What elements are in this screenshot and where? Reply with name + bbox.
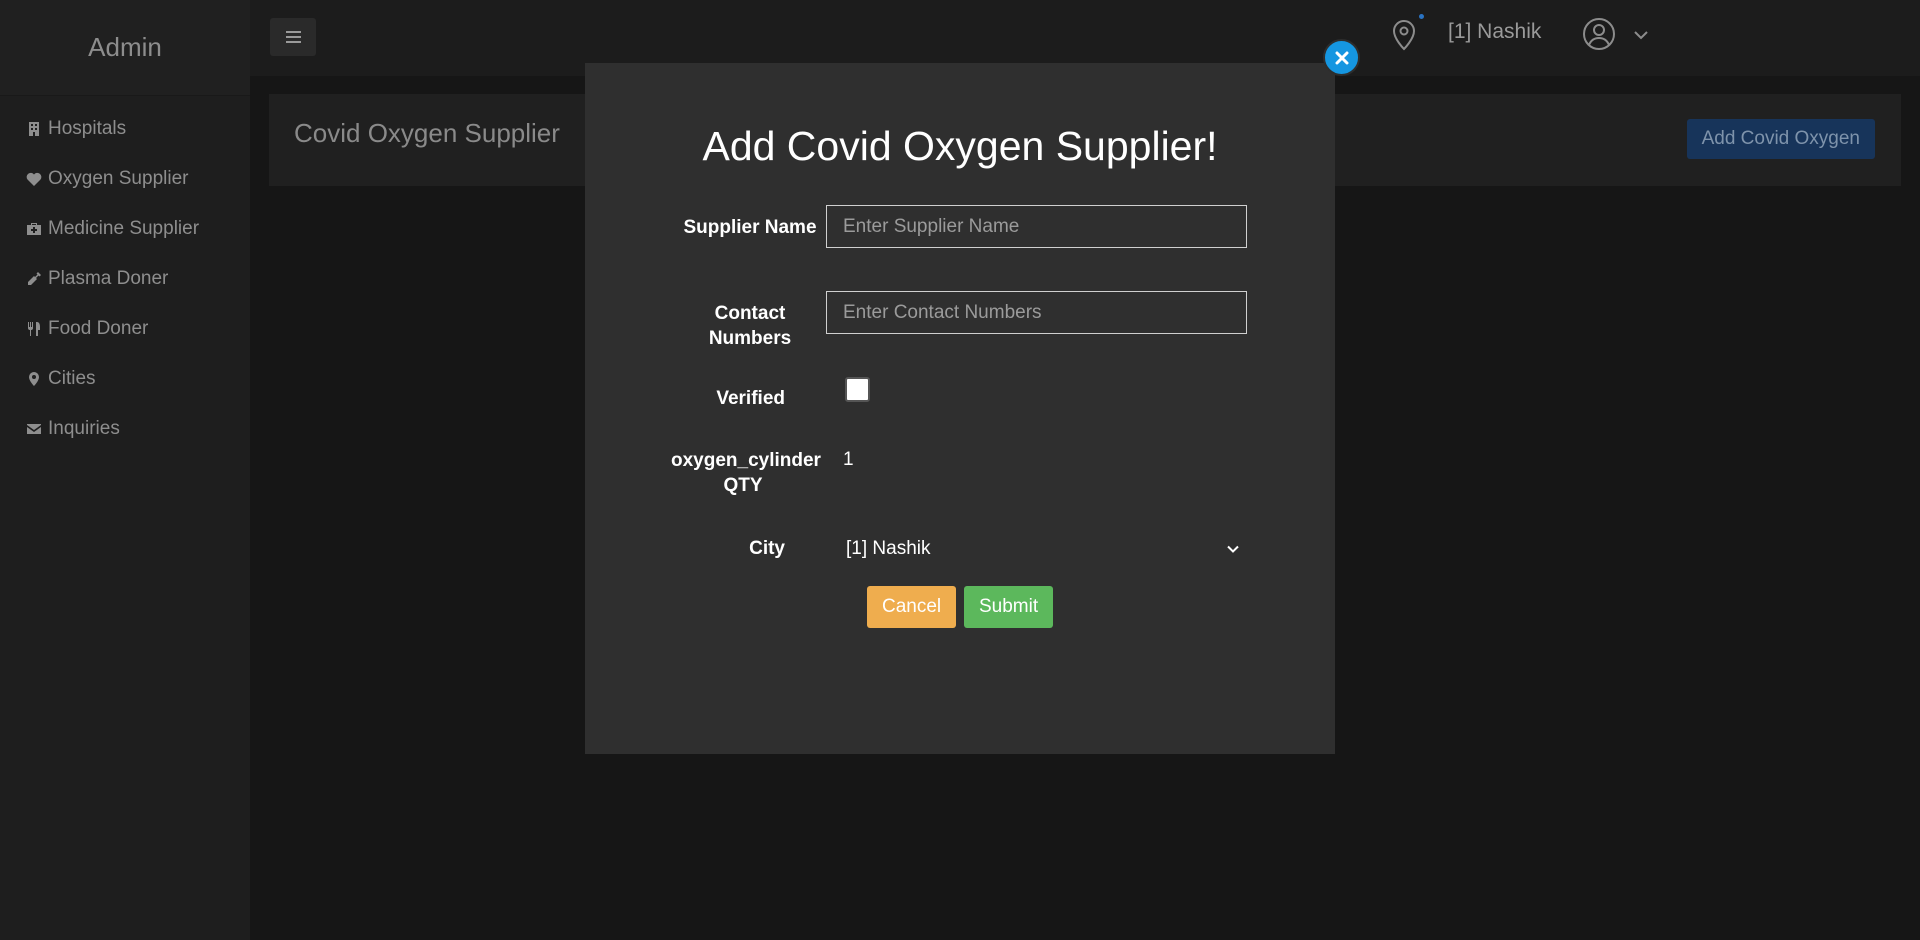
medkit-icon [24,219,44,239]
envelope-icon [24,419,44,439]
contact-numbers-input[interactable] [826,291,1247,334]
brand-title: Admin [0,0,250,96]
sidebar-item-label: Inquiries [48,418,120,439]
notification-dot [1419,14,1424,19]
sidebar-item-cities[interactable]: Cities [0,354,250,404]
supplier-name-label: Supplier Name [683,217,817,238]
city-select[interactable]: [1] Nashik [830,533,1248,565]
city-label: City [749,538,785,559]
sidebar-item-hospitals[interactable]: Hospitals [0,104,250,154]
chevron-down-icon [1227,545,1239,553]
submit-button[interactable]: Submit [964,586,1054,628]
sidebar-item-medicine-supplier[interactable]: Medicine Supplier [0,204,250,254]
supplier-name-input[interactable] [826,205,1247,248]
sidebar-item-oxygen-supplier[interactable]: Oxygen Supplier [0,154,250,204]
sidebar-item-label: Food Doner [48,318,149,339]
modal-title: Add Covid Oxygen Supplier! [702,123,1218,169]
sidebar-item-plasma-doner[interactable]: Plasma Doner [0,254,250,304]
page-title: Covid Oxygen Supplier [294,118,560,148]
add-covid-oxygen-button[interactable]: Add Covid Oxygen [1686,119,1875,159]
menu-toggle-button[interactable] [270,18,316,56]
sidebar-nav: Hospitals Oxygen Supplier Medicine Suppl… [0,96,250,454]
syringe-icon [24,269,44,289]
sidebar-item-label: Cities [48,368,96,389]
sidebar: Admin Hospitals Oxygen Supplier Medicine… [0,0,250,940]
hospital-icon [24,119,44,139]
oxygen-qty-value[interactable]: 1 [843,449,854,471]
menu-icon [285,31,301,43]
chevron-down-icon[interactable] [1632,26,1650,44]
sidebar-item-label: Plasma Doner [48,268,169,289]
contact-numbers-label: Contact Numbers [708,303,792,349]
sidebar-item-inquiries[interactable]: Inquiries [0,404,250,454]
sidebar-item-food-doner[interactable]: Food Doner [0,304,250,354]
user-icon[interactable] [1582,17,1616,51]
verified-checkbox[interactable] [845,377,870,402]
map-marker-icon [24,369,44,389]
city-select-value: [1] Nashik [846,538,931,559]
sidebar-item-label: Medicine Supplier [48,218,200,239]
sidebar-item-label: Oxygen Supplier [48,168,189,189]
location-icon[interactable] [1390,18,1418,52]
modal-close-button[interactable] [1323,39,1360,76]
oxygen-qty-label: oxygen_cylinder QTY [671,450,821,496]
close-icon [1335,51,1348,64]
heartbeat-icon [24,169,44,189]
sidebar-item-label: Hospitals [48,118,127,139]
cutlery-icon [24,319,44,339]
verified-label: Verified [716,388,785,409]
current-city[interactable]: [1] Nashik [1448,20,1541,44]
cancel-button[interactable]: Cancel [867,586,957,628]
add-supplier-modal: Add Covid Oxygen Supplier! Supplier Name… [585,63,1335,754]
